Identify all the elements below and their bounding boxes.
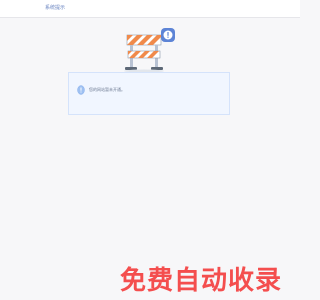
notice-panel: 您的网站暂未开通。: [68, 72, 230, 115]
watermark-text: 免费自动收录: [120, 265, 282, 296]
top-bar: 系统提示: [0, 0, 300, 18]
page-title: 系统提示: [45, 5, 66, 11]
notice-message: 您的网站暂未开通。: [89, 87, 125, 92]
road-barrier-illustration: [124, 28, 175, 73]
info-bubble-icon: [77, 85, 85, 95]
watermark-logo: 免费自动收录: [120, 265, 282, 296]
